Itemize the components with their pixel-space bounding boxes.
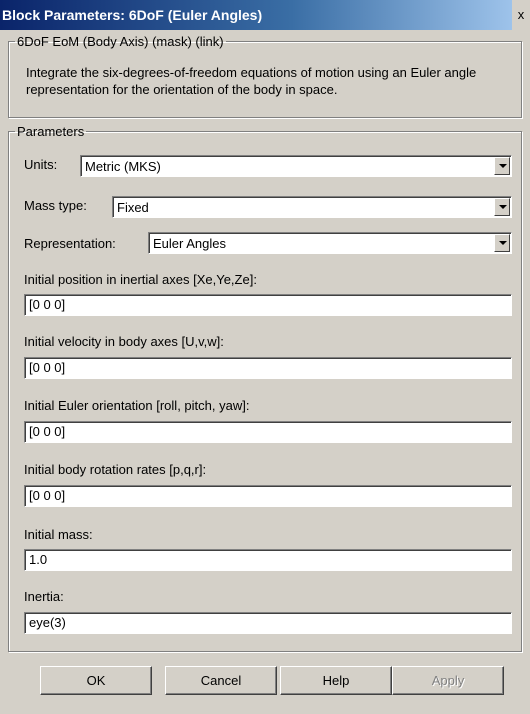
inertia-field[interactable]: eye(3) (24, 612, 512, 634)
initial-euler-orientation-label: Initial Euler orientation [roll, pitch, … (24, 398, 250, 413)
units-label: Units: (24, 157, 58, 172)
units-select[interactable]: Metric (MKS) (80, 155, 512, 177)
title-bar[interactable]: Block Parameters: 6DoF (Euler Angles) x (0, 0, 530, 30)
initial-rotation-rates-field[interactable]: [0 0 0] (24, 485, 512, 507)
apply-button[interactable]: Apply (392, 666, 504, 695)
chevron-down-icon[interactable] (494, 157, 510, 175)
initial-position-field[interactable]: [0 0 0] (24, 294, 512, 316)
parameters-legend: Parameters (17, 124, 85, 139)
inertia-label: Inertia: (24, 589, 64, 604)
initial-euler-orientation-field[interactable]: [0 0 0] (24, 421, 512, 443)
representation-label: Representation: (24, 236, 116, 251)
ok-button[interactable]: OK (40, 666, 152, 695)
chevron-down-icon[interactable] (494, 234, 510, 252)
units-value: Metric (MKS) (85, 159, 161, 174)
representation-value: Euler Angles (153, 236, 226, 251)
chevron-down-icon[interactable] (494, 198, 510, 216)
initial-position-label: Initial position in inertial axes [Xe,Ye… (24, 272, 257, 287)
initial-velocity-field[interactable]: [0 0 0] (24, 357, 512, 379)
description-legend: 6DoF EoM (Body Axis) (mask) (link) (17, 34, 224, 49)
initial-mass-field[interactable]: 1.0 (24, 549, 512, 571)
mass-type-value: Fixed (117, 200, 149, 215)
initial-velocity-label: Initial velocity in body axes [U,v,w]: (24, 334, 224, 349)
initial-mass-label: Initial mass: (24, 527, 93, 542)
window-title: Block Parameters: 6DoF (Euler Angles) (2, 7, 263, 23)
cancel-button[interactable]: Cancel (165, 666, 277, 695)
help-button[interactable]: Help (280, 666, 392, 695)
mass-type-label: Mass type: (24, 198, 87, 213)
mass-type-select[interactable]: Fixed (112, 196, 512, 218)
representation-select[interactable]: Euler Angles (148, 232, 512, 254)
block-description: Integrate the six-degrees-of-freedom equ… (26, 65, 477, 97)
initial-rotation-rates-label: Initial body rotation rates [p,q,r]: (24, 462, 207, 477)
close-icon[interactable]: x (512, 0, 530, 30)
